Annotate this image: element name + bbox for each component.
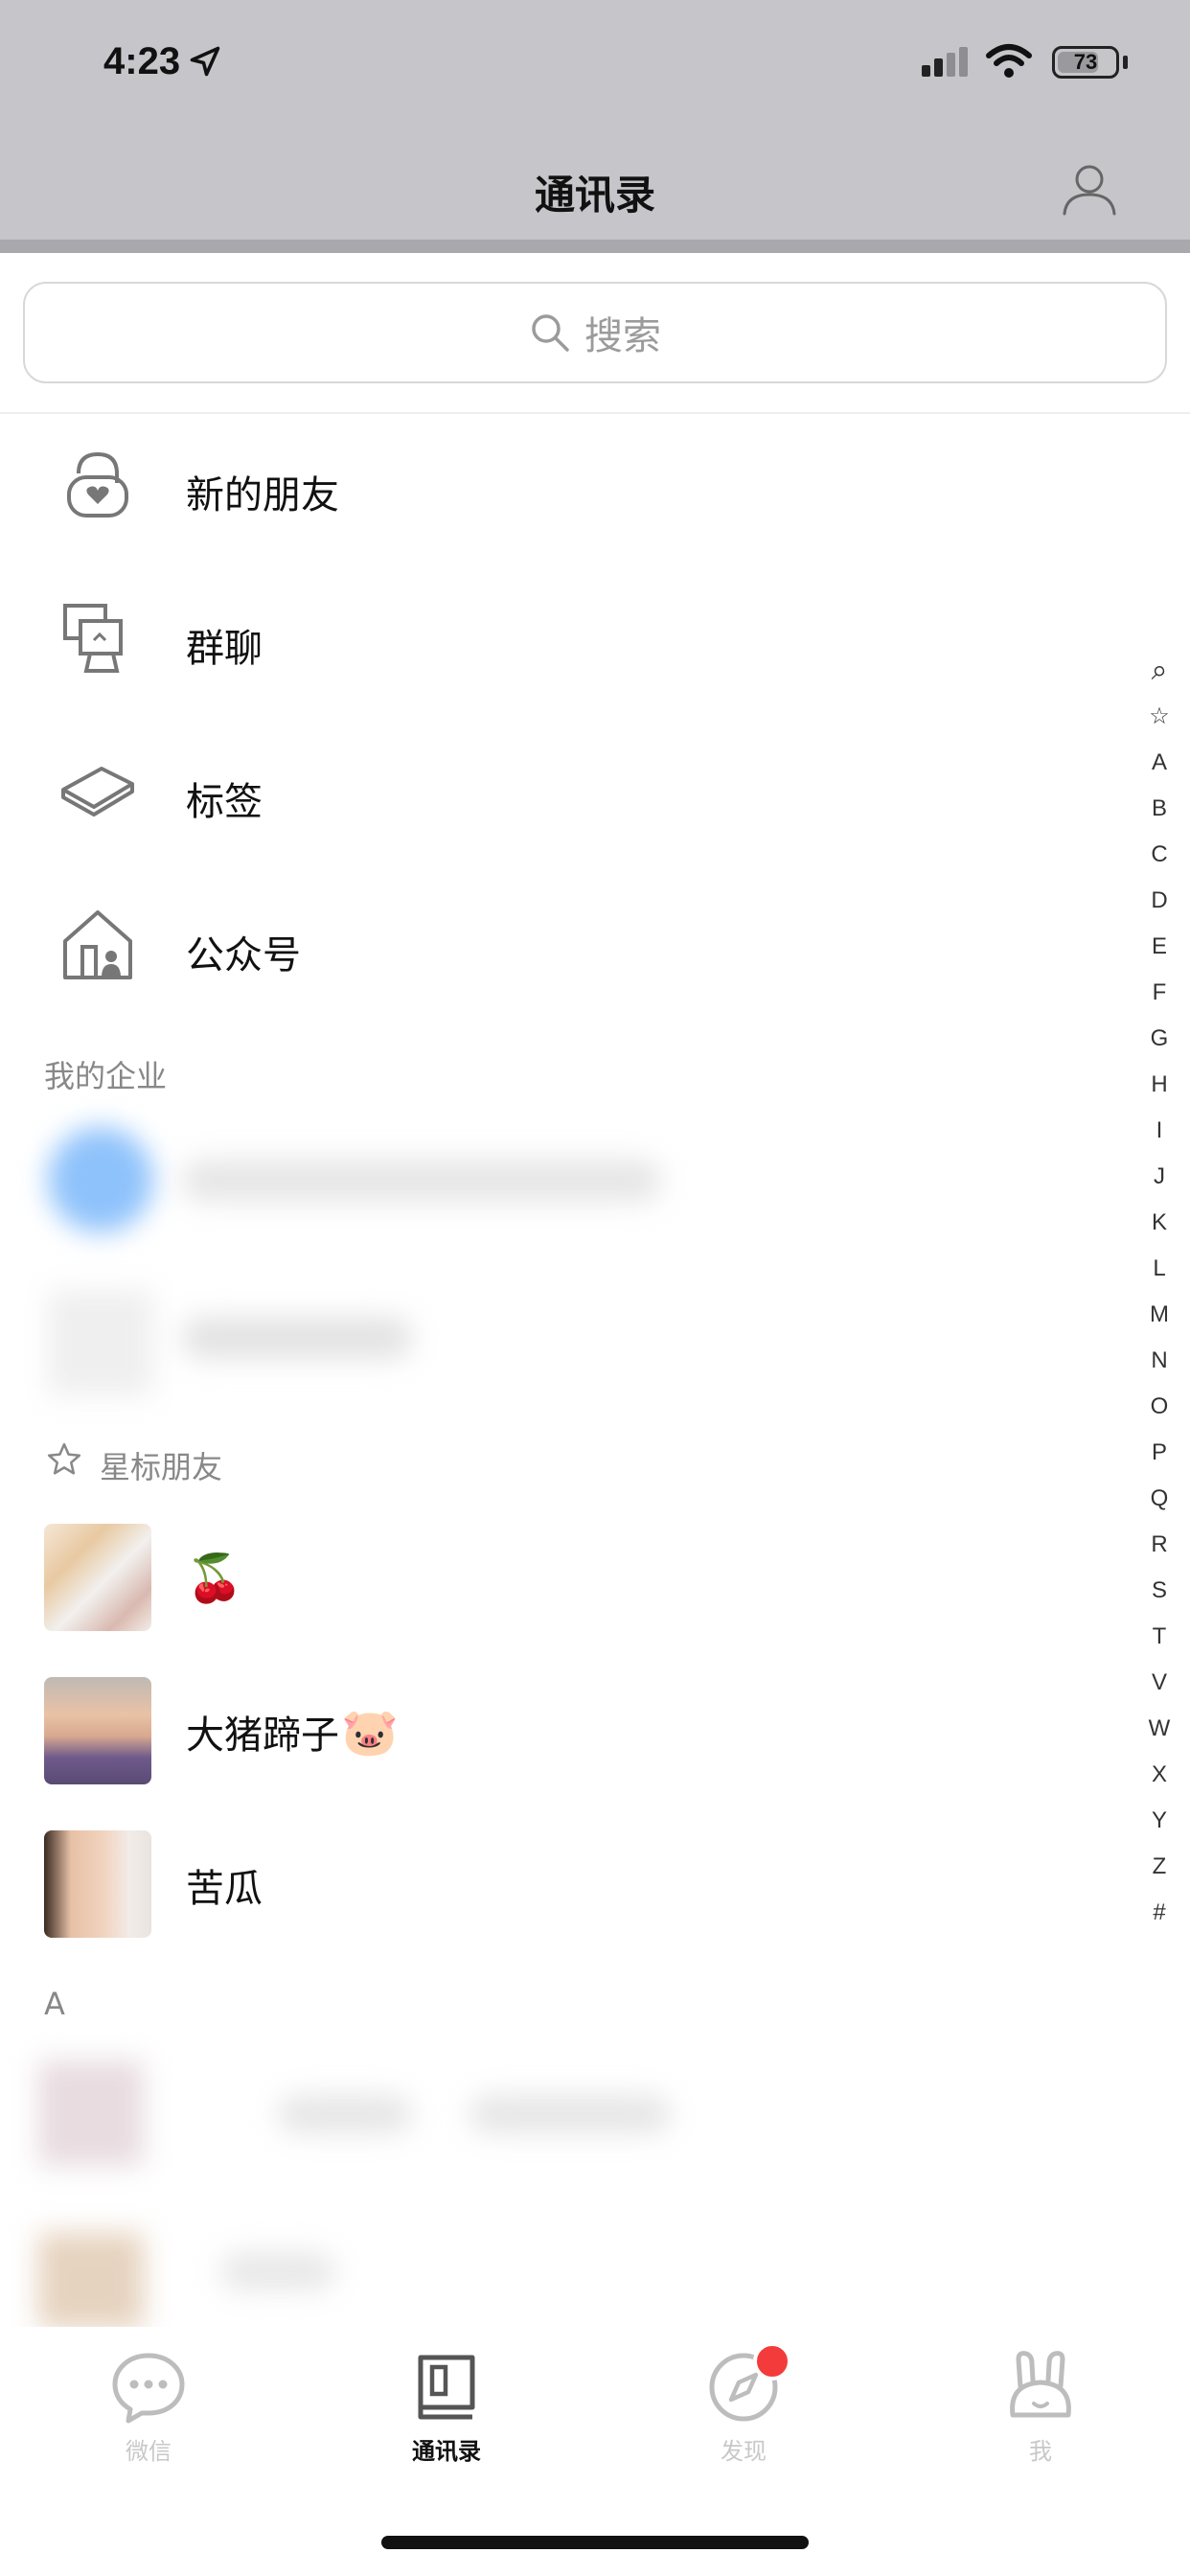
index-letter[interactable]: K: [1140, 1200, 1179, 1246]
enterprise-avatar-2: [48, 1290, 153, 1395]
index-letter[interactable]: G: [1140, 1016, 1179, 1062]
tab-contacts-label: 通讯录: [412, 2438, 481, 2465]
tag-icon: [61, 767, 134, 816]
group-chat-label: 群聊: [186, 627, 263, 671]
chat-bubble-icon: [112, 2353, 185, 2424]
search-placeholder: 搜索: [584, 314, 661, 358]
section-starred: 星标朋友: [100, 1449, 223, 1485]
wifi-icon: [986, 44, 1032, 78]
tab-discover-label: 发现: [721, 2438, 767, 2465]
contact-name: 🍒: [186, 1551, 243, 1605]
page-title: 通讯录: [534, 172, 655, 218]
discover-badge-dot: [753, 2342, 791, 2380]
contact-row[interactable]: 大猪蹄子 🐷: [0, 1656, 1131, 1800]
tags-row[interactable]: 标签: [0, 724, 1131, 868]
index-letter[interactable]: L: [1140, 1246, 1179, 1292]
profile-icon[interactable]: [1059, 158, 1120, 219]
avatar: [44, 1830, 151, 1938]
search-divider: [0, 412, 1190, 414]
enterprise-name-blurred: [182, 1160, 661, 1202]
index-letter[interactable]: B: [1140, 786, 1179, 832]
enterprise-avatar: [48, 1127, 153, 1232]
index-letter[interactable]: S: [1140, 1568, 1179, 1614]
enterprise-name-blurred-2: [182, 1317, 412, 1359]
contact-name: 大猪蹄子 🐷: [186, 1704, 399, 1760]
index-star-icon[interactable]: ☆: [1140, 694, 1179, 740]
index-letter[interactable]: D: [1140, 878, 1179, 924]
index-letter[interactable]: Q: [1140, 1476, 1179, 1522]
tags-label: 标签: [186, 780, 263, 824]
header: 4:23 73 通讯录: [0, 0, 1190, 240]
index-letter[interactable]: A: [1140, 740, 1179, 786]
a-avatar-2: [38, 2233, 144, 2329]
index-letter[interactable]: C: [1140, 832, 1179, 878]
tab-discover[interactable]: 发现: [657, 2342, 830, 2482]
avatar: [44, 1524, 151, 1631]
a-name-blurred-2: [469, 2095, 671, 2133]
search-input[interactable]: 搜索: [23, 282, 1167, 383]
header-divider: [0, 240, 1190, 253]
index-letter[interactable]: P: [1140, 1430, 1179, 1476]
pig-emoji: 🐷: [341, 1705, 399, 1760]
star-icon: [47, 1442, 81, 1475]
official-account-icon: [63, 910, 132, 979]
alphabet-index[interactable]: ⌕ ☆ A B C D E F G H I J K L M N O P Q R S T V W X Y Z #: [1140, 648, 1179, 1936]
section-enterprise: 我的企业: [44, 1058, 168, 1094]
new-friends-label: 新的朋友: [186, 473, 339, 518]
index-search-icon[interactable]: ⌕: [1140, 648, 1179, 694]
official-accounts-row[interactable]: 公众号: [0, 878, 1131, 1022]
contact-name: 苦瓜: [186, 1857, 263, 1913]
index-letter[interactable]: V: [1140, 1660, 1179, 1706]
index-letter[interactable]: Z: [1140, 1844, 1179, 1890]
location-arrow-icon: [190, 46, 220, 77]
index-letter[interactable]: E: [1140, 924, 1179, 970]
search-icon: [532, 314, 569, 352]
signal-icon: [922, 47, 968, 77]
tab-contacts[interactable]: 通讯录: [360, 2348, 533, 2482]
index-letter[interactable]: X: [1140, 1752, 1179, 1798]
tab-chats[interactable]: 微信: [62, 2348, 235, 2482]
tab-chats-label: 微信: [126, 2438, 172, 2465]
contact-row[interactable]: 苦瓜: [0, 1809, 1131, 1953]
battery-cap: [1123, 56, 1128, 69]
index-letter[interactable]: W: [1140, 1706, 1179, 1752]
index-letter[interactable]: I: [1140, 1108, 1179, 1154]
new-friends-row[interactable]: 新的朋友: [0, 418, 1131, 562]
group-chat-icon: [63, 604, 123, 673]
index-letter[interactable]: H: [1140, 1062, 1179, 1108]
tab-me-label: 我: [1029, 2438, 1052, 2465]
bunny-icon: [1010, 2351, 1071, 2418]
avatar: [44, 1677, 151, 1784]
new-friend-icon: [67, 451, 128, 518]
index-letter[interactable]: F: [1140, 970, 1179, 1016]
section-a: A: [44, 1986, 65, 2022]
a-name-blurred: [278, 2095, 412, 2133]
home-indicator: [381, 2536, 809, 2549]
official-accounts-label: 公众号: [186, 933, 301, 978]
index-letter[interactable]: N: [1140, 1338, 1179, 1384]
battery-indicator: 73: [1052, 46, 1119, 79]
a-avatar: [38, 2060, 144, 2166]
index-letter[interactable]: Y: [1140, 1798, 1179, 1844]
index-letter[interactable]: #: [1140, 1890, 1179, 1936]
index-letter[interactable]: R: [1140, 1522, 1179, 1568]
index-letter[interactable]: T: [1140, 1614, 1179, 1660]
battery-percent: 73: [1073, 50, 1098, 74]
contact-name-text: 苦瓜: [186, 1867, 263, 1911]
contact-name-text: 大猪蹄子: [186, 1714, 339, 1758]
a-name-blurred-3: [220, 2252, 335, 2290]
tab-me[interactable]: 我: [954, 2348, 1127, 2482]
index-letter[interactable]: J: [1140, 1154, 1179, 1200]
index-letter[interactable]: M: [1140, 1292, 1179, 1338]
contacts-book-icon: [418, 2355, 475, 2420]
cherry-emoji: 🍒: [186, 1552, 243, 1605]
contact-row[interactable]: 🍒: [0, 1503, 1131, 1646]
index-letter[interactable]: O: [1140, 1384, 1179, 1430]
group-chat-row[interactable]: 群聊: [0, 571, 1131, 715]
status-time: 4:23: [103, 40, 181, 82]
